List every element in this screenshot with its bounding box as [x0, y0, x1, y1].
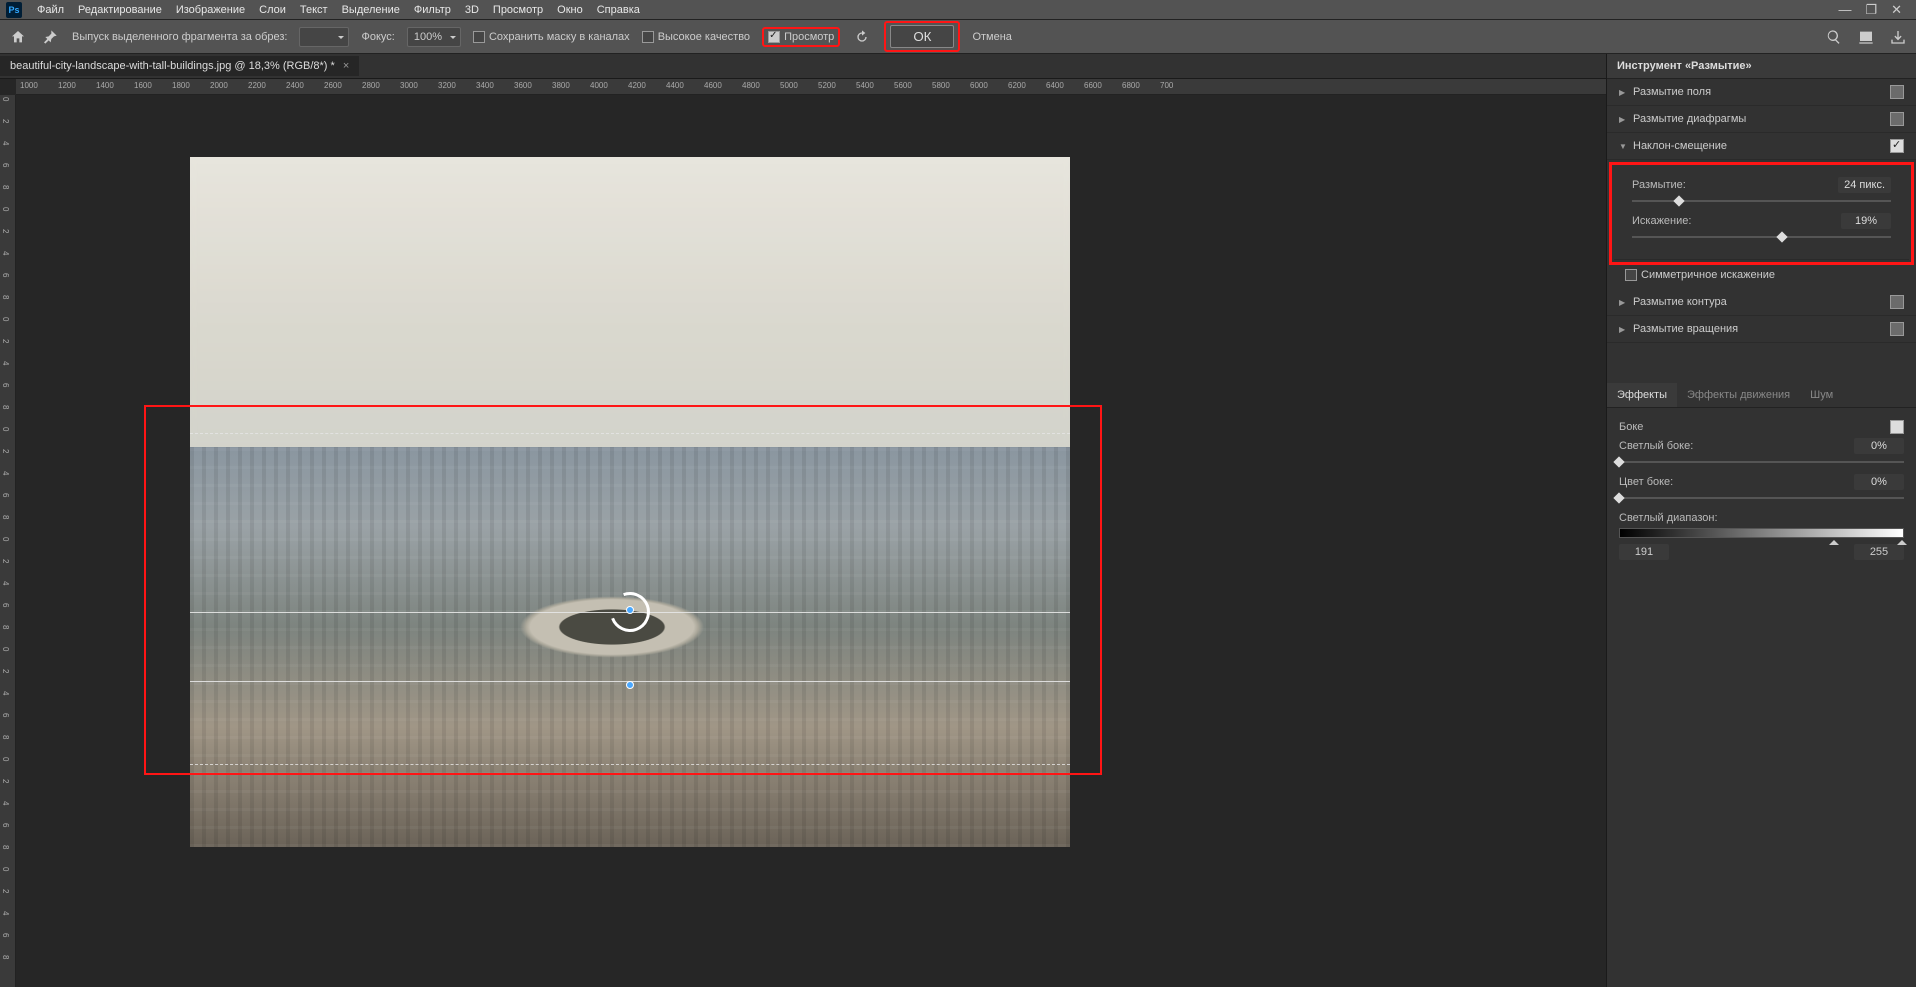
crop-label: Выпуск выделенного фрагмента за обрез: [72, 31, 287, 43]
close-tab-icon[interactable]: × [343, 60, 349, 72]
share-icon[interactable] [1888, 27, 1908, 47]
tab-effects[interactable]: Эффекты [1607, 383, 1677, 407]
document-tab[interactable]: beautiful-city-landscape-with-tall-build… [0, 56, 359, 76]
reset-icon[interactable] [852, 27, 872, 47]
crop-dropdown[interactable] [299, 27, 349, 47]
light-range-label: Светлый диапазон: [1619, 512, 1718, 524]
menu-select[interactable]: Выделение [335, 0, 407, 19]
document-area: beautiful-city-landscape-with-tall-build… [0, 54, 1606, 987]
light-bokeh-label: Светлый боке: [1619, 440, 1693, 452]
blur-slider[interactable] [1632, 197, 1891, 205]
color-bokeh-slider[interactable] [1619, 494, 1904, 502]
section-field-blur[interactable]: ▶Размытие поля [1607, 79, 1916, 106]
search-icon[interactable] [1824, 27, 1844, 47]
menu-bar: Ps Файл Редактирование Изображение Слои … [0, 0, 1916, 20]
light-bokeh-slider[interactable] [1619, 458, 1904, 466]
focus-dropdown[interactable]: 100% [407, 27, 461, 47]
menu-3d[interactable]: 3D [458, 0, 486, 19]
menu-text[interactable]: Текст [293, 0, 335, 19]
symmetric-distortion-checkbox[interactable]: Симметричное искажение [1607, 267, 1916, 289]
options-bar: Выпуск выделенного фрагмента за обрез: Ф… [0, 20, 1916, 54]
tab-noise[interactable]: Шум [1800, 383, 1843, 407]
horizontal-ruler: 1000120014001600180020002200240026002800… [16, 79, 1606, 95]
menu-edit[interactable]: Редактирование [71, 0, 169, 19]
section-path-blur[interactable]: ▶Размытие контура [1607, 289, 1916, 316]
highlight-canvas-area [144, 405, 1102, 775]
light-range-bar[interactable] [1619, 528, 1904, 538]
bokeh-label: Боке [1619, 421, 1643, 433]
tab-motion-effects[interactable]: Эффекты движения [1677, 383, 1800, 407]
blur-label: Размытие: [1632, 179, 1686, 191]
color-bokeh-value[interactable]: 0% [1854, 474, 1904, 490]
range-low-value[interactable]: 191 [1619, 544, 1669, 560]
high-quality-checkbox[interactable]: Высокое качество [642, 31, 750, 43]
distortion-label: Искажение: [1632, 215, 1691, 227]
window-minimize-icon[interactable]: — [1838, 2, 1851, 18]
app-logo: Ps [6, 2, 22, 18]
section-spin-blur[interactable]: ▶Размытие вращения [1607, 316, 1916, 343]
ok-button[interactable]: ОК [890, 25, 954, 48]
blur-tools-panel-title: Инструмент «Размытие» [1607, 54, 1916, 79]
menu-view[interactable]: Просмотр [486, 0, 550, 19]
range-high-value[interactable]: 255 [1854, 544, 1904, 560]
section-tilt-shift[interactable]: ▼Наклон-смещение [1607, 133, 1916, 160]
menu-file[interactable]: Файл [30, 0, 71, 19]
bokeh-checkbox[interactable] [1890, 420, 1904, 434]
menu-layers[interactable]: Слои [252, 0, 293, 19]
light-bokeh-value[interactable]: 0% [1854, 438, 1904, 454]
menu-image[interactable]: Изображение [169, 0, 252, 19]
window-close-icon[interactable]: ✕ [1891, 2, 1902, 18]
focus-label: Фокус: [361, 31, 394, 43]
color-bokeh-label: Цвет боке: [1619, 476, 1673, 488]
document-tab-title: beautiful-city-landscape-with-tall-build… [10, 60, 335, 72]
menu-filter[interactable]: Фильтр [407, 0, 458, 19]
highlight-tilt-params: Размытие: 24 пикс. Искажение: 19% [1609, 162, 1914, 265]
save-mask-checkbox[interactable]: Сохранить маску в каналах [473, 31, 630, 43]
right-panel-stack: Инструмент «Размытие» ▶Размытие поля ▶Ра… [1606, 54, 1916, 987]
home-icon[interactable] [8, 27, 28, 47]
highlight-preview: Просмотр [762, 27, 840, 47]
distortion-value[interactable]: 19% [1841, 213, 1891, 229]
pin-icon[interactable] [40, 27, 60, 47]
highlight-ok: ОК [884, 21, 960, 52]
screen-mode-icon[interactable] [1856, 27, 1876, 47]
effects-tabs: Эффекты Эффекты движения Шум [1607, 383, 1916, 408]
distortion-slider[interactable] [1632, 233, 1891, 241]
blur-value[interactable]: 24 пикс. [1838, 177, 1891, 193]
vertical-ruler: 0246802468024680246802468024680246802468 [0, 95, 16, 987]
cancel-button[interactable]: Отмена [972, 31, 1011, 43]
menu-help[interactable]: Справка [590, 0, 647, 19]
canvas[interactable] [16, 95, 1606, 987]
section-iris-blur[interactable]: ▶Размытие диафрагмы [1607, 106, 1916, 133]
menu-window[interactable]: Окно [550, 0, 590, 19]
preview-checkbox[interactable]: Просмотр [768, 31, 834, 43]
window-restore-icon[interactable]: ❐ [1865, 2, 1877, 18]
